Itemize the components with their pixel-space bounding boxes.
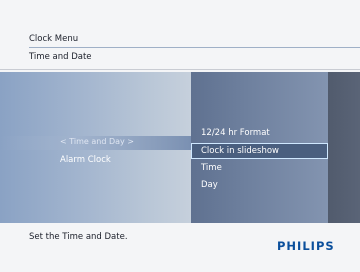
menu-item-alarm-clock[interactable]: Alarm Clock — [60, 155, 111, 165]
options-column: 12/24 hr Format Clock in slideshow Time … — [191, 72, 328, 223]
option-12-24-hr-format[interactable]: 12/24 hr Format — [201, 128, 270, 138]
help-text: Set the Time and Date. — [29, 232, 128, 242]
menu-title: Clock Menu — [29, 34, 79, 44]
submenu-divider — [0, 69, 360, 70]
submenu-title: Time and Date — [29, 52, 92, 62]
clock-menu-screen: Clock Menu Time and Date < Time and Day … — [0, 0, 360, 272]
menu-title-divider — [29, 47, 360, 48]
left-menu-column: < Time and Day > Alarm Clock — [0, 72, 191, 223]
option-day[interactable]: Day — [201, 180, 218, 190]
menu-item-time-and-day[interactable]: < Time and Day > — [60, 137, 134, 146]
menu-panel: < Time and Day > Alarm Clock 12/24 hr Fo… — [0, 72, 360, 223]
option-clock-in-slideshow[interactable]: Clock in slideshow — [191, 143, 328, 159]
right-column — [328, 72, 360, 223]
philips-logo: PHILIPS — [277, 239, 335, 253]
footer: Set the Time and Date. PHILIPS — [0, 223, 360, 272]
header: Clock Menu Time and Date — [0, 0, 360, 72]
option-time[interactable]: Time — [201, 163, 222, 173]
option-clock-in-slideshow-label: Clock in slideshow — [201, 146, 279, 156]
